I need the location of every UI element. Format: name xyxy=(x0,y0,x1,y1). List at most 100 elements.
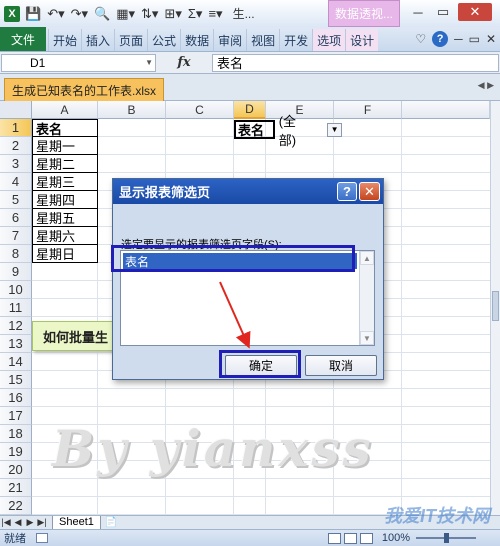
redo-icon[interactable]: ↷▾ xyxy=(71,6,88,22)
save-icon[interactable]: 💾 xyxy=(25,6,41,22)
row-header[interactable]: 12 xyxy=(0,317,32,335)
ribbon-minimize-icon[interactable]: ─ xyxy=(454,32,463,46)
print-preview-icon[interactable]: 🔍 xyxy=(94,6,110,22)
row-header[interactable]: 17 xyxy=(0,407,32,425)
undo-icon[interactable]: ↶▾ xyxy=(47,6,64,22)
tab-design[interactable]: 设计 xyxy=(345,29,379,51)
row-header[interactable]: 10 xyxy=(0,281,32,299)
row-header[interactable]: 7 xyxy=(0,227,32,245)
column-header-b[interactable]: B xyxy=(98,101,166,119)
insert-sheet-icon[interactable]: 📄 xyxy=(105,517,117,528)
row-header[interactable]: 16 xyxy=(0,389,32,407)
row-header[interactable]: 18 xyxy=(0,425,32,443)
last-sheet-icon[interactable]: ▶| xyxy=(36,517,48,528)
row-header[interactable]: 9 xyxy=(0,263,32,281)
next-sheet-icon[interactable]: ▶ xyxy=(24,517,36,528)
tab-home[interactable]: 开始 xyxy=(48,29,81,51)
pivot-filter-field[interactable]: 表名 xyxy=(234,120,275,139)
gridline xyxy=(32,388,490,389)
zoom-slider[interactable] xyxy=(416,533,476,543)
row-header[interactable]: 1 xyxy=(0,119,32,137)
heart-icon[interactable]: ♡ xyxy=(415,32,426,46)
row-header[interactable]: 19 xyxy=(0,443,32,461)
row-header[interactable]: 2 xyxy=(0,137,32,155)
border-icon[interactable]: ⊞▾ xyxy=(164,6,181,22)
chevron-down-icon[interactable]: ▼ xyxy=(145,58,153,67)
row-header[interactable]: 13 xyxy=(0,335,32,353)
tab-options[interactable]: 选项 xyxy=(312,29,346,51)
cell-a3[interactable]: 星期二 xyxy=(32,155,98,173)
normal-view-icon[interactable] xyxy=(327,532,341,544)
row-header[interactable]: 4 xyxy=(0,173,32,191)
select-all-corner[interactable] xyxy=(0,101,32,119)
tab-file[interactable]: 文件 xyxy=(0,27,46,51)
name-box[interactable]: D1 ▼ xyxy=(1,53,156,72)
dialog-close-icon[interactable]: ✕ xyxy=(359,182,380,201)
tab-developer[interactable]: 开发 xyxy=(279,29,312,51)
prev-sheet-icon[interactable]: ◀ xyxy=(12,517,24,528)
tab-data[interactable]: 数据 xyxy=(180,29,213,51)
tab-view[interactable]: 视图 xyxy=(246,29,279,51)
row-header[interactable]: 21 xyxy=(0,479,32,497)
help-icon[interactable]: ? xyxy=(432,31,449,47)
cell-a7[interactable]: 星期六 xyxy=(32,227,98,245)
first-sheet-icon[interactable]: |◀ xyxy=(0,517,12,528)
cancel-button[interactable]: 取消 xyxy=(305,355,377,376)
row-header[interactable]: 15 xyxy=(0,371,32,389)
row-header[interactable]: 20 xyxy=(0,461,32,479)
scroll-up-icon[interactable]: ▲ xyxy=(360,251,374,265)
sum-icon[interactable]: Σ▾ xyxy=(188,6,203,22)
cell-a6[interactable]: 星期五 xyxy=(32,209,98,227)
page-break-view-icon[interactable] xyxy=(359,532,373,544)
row-header[interactable]: 6 xyxy=(0,209,32,227)
row-header[interactable]: 8 xyxy=(0,245,32,263)
cell-a2[interactable]: 星期一 xyxy=(32,137,98,155)
pivot-context-header: 数据透视... xyxy=(328,0,400,27)
sort-icon[interactable]: ⇅▾ xyxy=(141,6,158,22)
column-header-d[interactable]: D xyxy=(234,101,266,119)
cell-a5[interactable]: 星期四 xyxy=(32,191,98,209)
minimize-icon[interactable]: ─ xyxy=(408,3,428,21)
row-header[interactable]: 5 xyxy=(0,191,32,209)
scroll-down-icon[interactable]: ▼ xyxy=(360,331,374,345)
layout-icon[interactable]: ▦▾ xyxy=(116,6,135,22)
column-header-f[interactable]: F xyxy=(334,101,402,119)
ribbon-tab-bar: 文件 开始 插入 页面 公式 数据 审阅 视图 开发 选项 设计 ♡ ? ─ ▭… xyxy=(0,27,500,52)
formula-bar: D1 ▼ fx 表名 xyxy=(0,52,500,74)
pivot-report-filter[interactable]: 表名 (全部) ▼ xyxy=(234,114,342,148)
tab-scroll-arrows-icon[interactable]: ◀ ▶ xyxy=(478,80,494,91)
close-window-icon[interactable]: ✕ xyxy=(458,3,492,21)
page-layout-view-icon[interactable] xyxy=(343,532,357,544)
list-scrollbar[interactable]: ▲ ▼ xyxy=(359,251,374,345)
tab-sheet1[interactable]: Sheet1 xyxy=(52,515,101,530)
ribbon-close-icon[interactable]: ✕ xyxy=(486,32,496,46)
maximize-icon[interactable]: ▭ xyxy=(433,3,453,21)
formula-input[interactable]: 表名 xyxy=(212,53,499,72)
tab-formulas[interactable]: 公式 xyxy=(147,29,180,51)
zoom-slider-thumb[interactable] xyxy=(444,533,449,543)
cell-a4[interactable]: 星期三 xyxy=(32,173,98,191)
tab-insert[interactable]: 插入 xyxy=(81,29,114,51)
row-header[interactable]: 14 xyxy=(0,353,32,371)
filter-dropdown-icon[interactable]: ▼ xyxy=(327,122,342,137)
dialog-help-icon[interactable]: ? xyxy=(337,182,357,201)
zoom-level[interactable]: 100% xyxy=(382,532,410,544)
vertical-scrollbar[interactable] xyxy=(490,101,500,515)
tab-page-layout[interactable]: 页面 xyxy=(114,29,147,51)
fx-icon[interactable]: fx xyxy=(156,55,212,70)
column-header-a[interactable]: A xyxy=(32,101,98,119)
align-icon[interactable]: ≡▾ xyxy=(208,6,222,22)
row-header[interactable]: 22 xyxy=(0,497,32,515)
scroll-thumb[interactable] xyxy=(492,291,499,321)
cell-a1[interactable]: 表名 xyxy=(32,119,98,137)
column-header-c[interactable]: C xyxy=(166,101,234,119)
workbook-tab[interactable]: 生成已知表名的工作表.xlsx xyxy=(4,78,164,101)
macro-record-icon[interactable] xyxy=(36,533,48,543)
note-shape[interactable]: 如何批量生 xyxy=(32,321,120,351)
row-header[interactable]: 3 xyxy=(0,155,32,173)
cell-a8[interactable]: 星期日 xyxy=(32,245,98,263)
ribbon-restore-icon[interactable]: ▭ xyxy=(469,32,480,46)
quick-access-toolbar: X 💾 ↶▾ ↷▾ 🔍 ▦▾ ⇅▾ ⊞▾ Σ▾ ≡▾ 生... 数据透视... … xyxy=(0,0,500,27)
row-header[interactable]: 11 xyxy=(0,299,32,317)
tab-review[interactable]: 审阅 xyxy=(213,29,246,51)
